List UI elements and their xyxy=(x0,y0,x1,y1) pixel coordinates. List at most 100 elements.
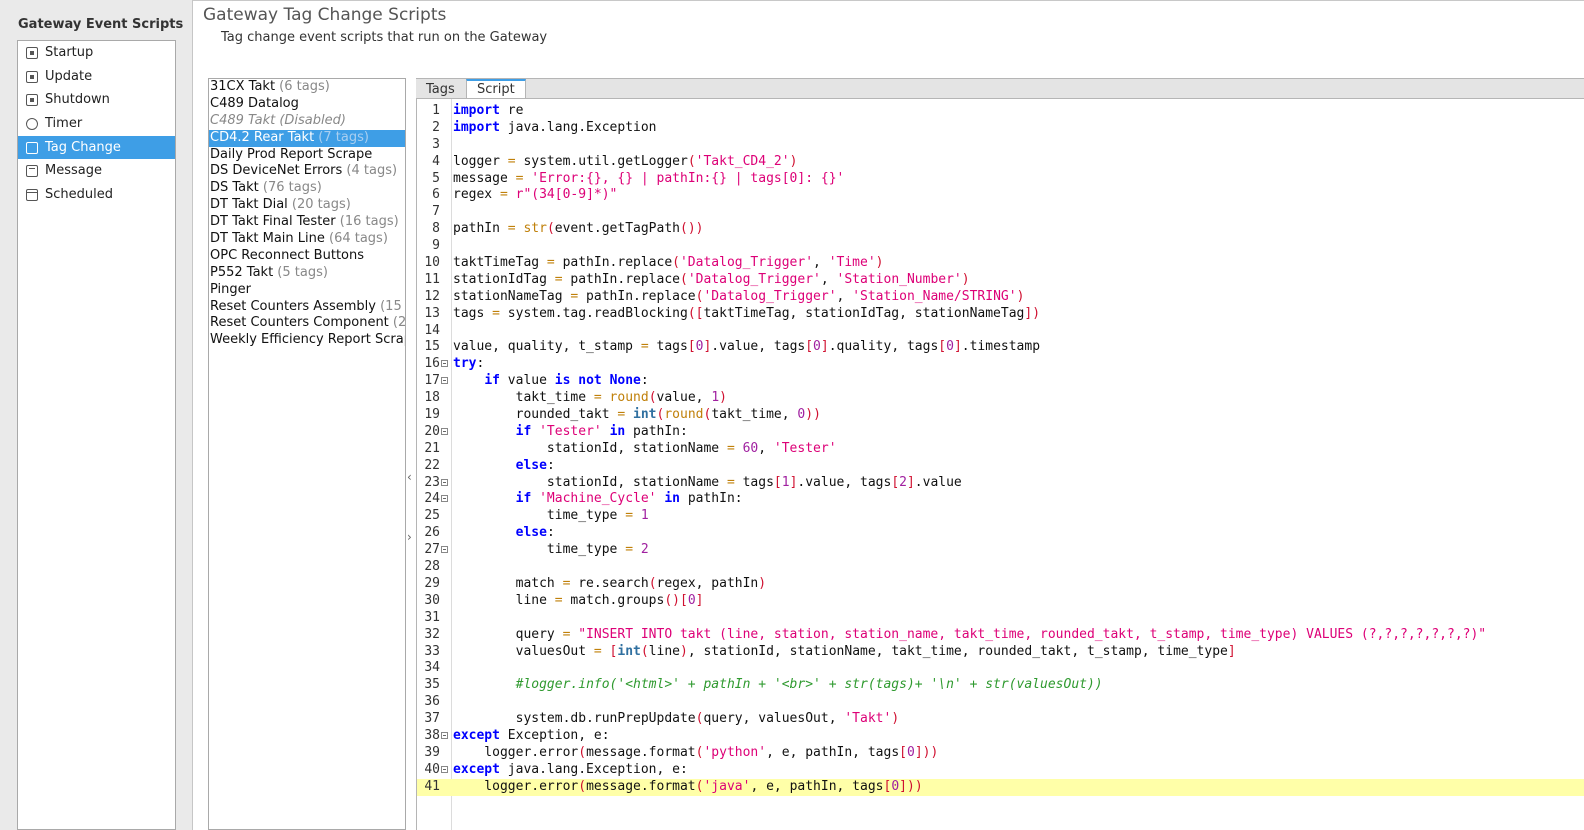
code-line[interactable]: 16 try: xyxy=(417,356,1584,373)
code-line[interactable]: 9 xyxy=(417,238,1584,255)
script-list-item[interactable]: Reset Counters Assembly (15 ta xyxy=(209,299,405,316)
tab-tags[interactable]: Tags xyxy=(416,80,465,99)
script-list-item[interactable]: OPC Reconnect Buttons xyxy=(209,248,405,265)
script-list-item[interactable]: 31CX Takt (6 tags) xyxy=(209,79,405,96)
script-list-item[interactable]: DT Takt Dial (20 tags) xyxy=(209,197,405,214)
script-list-item[interactable]: Daily Prod Report Scrape xyxy=(209,147,405,164)
script-tag-count: (15 ta xyxy=(380,298,405,314)
script-list-item[interactable]: DT Takt Final Tester (16 tags) xyxy=(209,214,405,231)
code-line[interactable]: 39 logger.error(message.format('python',… xyxy=(417,745,1584,762)
sidebar-item-startup[interactable]: Startup xyxy=(18,41,175,65)
code-line[interactable]: 35 #logger.info('<html>' + pathIn + '<br… xyxy=(417,677,1584,694)
script-list-item[interactable]: DS DeviceNet Errors (4 tags) xyxy=(209,163,405,180)
code-line[interactable]: 27 time_type = 2 xyxy=(417,542,1584,559)
code-text: logger.error(message.format('python', e,… xyxy=(453,744,939,760)
code-line[interactable]: 18 takt_time = round(value, 1) xyxy=(417,390,1584,407)
code-line[interactable]: 37 system.db.runPrepUpdate(query, values… xyxy=(417,711,1584,728)
code-line[interactable]: 22 else: xyxy=(417,458,1584,475)
code-text: match = re.search(regex, pathIn) xyxy=(453,575,767,591)
script-list-item[interactable]: Reset Counters Component (2 t xyxy=(209,315,405,332)
page-subtitle: Tag change event scripts that run on the… xyxy=(221,30,548,45)
code-line[interactable]: 12 stationNameTag = pathIn.replace('Datal… xyxy=(417,289,1584,306)
code-line[interactable]: 10 taktTimeTag = pathIn.replace('Datalog_… xyxy=(417,255,1584,272)
script-list-item[interactable]: Pinger xyxy=(209,282,405,299)
script-list-item[interactable]: CD4.2 Rear Takt (7 tags) xyxy=(209,129,405,147)
code-line[interactable]: 21 stationId, stationName = 60, 'Tester' xyxy=(417,441,1584,458)
code-line[interactable]: 1 import re xyxy=(417,103,1584,120)
line-number: 23 xyxy=(424,474,440,490)
code-line[interactable]: 5 message = 'Error:{}, {} | pathIn:{} | t… xyxy=(417,171,1584,188)
code-line[interactable]: 14 xyxy=(417,323,1584,340)
script-list-item[interactable]: DS Takt (76 tags) xyxy=(209,180,405,197)
script-list-item[interactable]: P552 Takt (5 tags) xyxy=(209,265,405,282)
code-line[interactable]: 31 xyxy=(417,610,1584,627)
code-line[interactable]: 11 stationIdTag = pathIn.replace('Datalog… xyxy=(417,272,1584,289)
code-line[interactable]: 19 rounded_takt = int(round(takt_time, 0… xyxy=(417,407,1584,424)
sidebar-item-update[interactable]: Update xyxy=(18,65,175,89)
code-line[interactable]: 30 line = match.groups()[0] xyxy=(417,593,1584,610)
sidebar-item-label: Message xyxy=(45,163,102,179)
code-line[interactable]: 6 regex = r"(34[0-9]*)" xyxy=(417,187,1584,204)
code-line[interactable]: 36 xyxy=(417,694,1584,711)
fold-toggle-icon[interactable] xyxy=(441,495,448,503)
script-list-item[interactable]: C489 Takt (Disabled) xyxy=(209,113,405,130)
sidebar-item-timer[interactable]: Timer xyxy=(18,112,175,136)
line-number: 16 xyxy=(424,356,440,372)
clock-icon xyxy=(26,117,38,130)
code-line[interactable]: 29 match = re.search(regex, pathIn) xyxy=(417,576,1584,593)
code-line[interactable]: 32 query = "INSERT INTO takt (line, stat… xyxy=(417,627,1584,644)
line-number: 21 xyxy=(424,440,440,456)
fold-toggle-icon[interactable] xyxy=(441,478,448,486)
code-line[interactable]: 25 time_type = 1 xyxy=(417,508,1584,525)
fold-toggle-icon[interactable] xyxy=(441,731,448,739)
code-line[interactable]: 23 stationId, stationName = tags[1].valu… xyxy=(417,475,1584,492)
collapse-left-icon[interactable]: ‹ xyxy=(407,470,412,484)
fold-toggle-icon[interactable] xyxy=(441,765,448,773)
code-line[interactable]: 24 if 'Machine_Cycle' in pathIn: xyxy=(417,491,1584,508)
fold-toggle-icon[interactable] xyxy=(441,546,448,554)
script-name: DT Takt Dial xyxy=(210,197,288,213)
code-line[interactable]: 7 xyxy=(417,204,1584,221)
event-scripts-sidebar: Gateway Event Scripts Startup Update Shu… xyxy=(0,0,193,830)
code-line[interactable]: 40 except java.lang.Exception, e: xyxy=(417,762,1584,779)
code-line[interactable]: 8 pathIn = str(event.getTagPath()) xyxy=(417,221,1584,238)
line-number: 39 xyxy=(424,744,440,760)
script-name: DS DeviceNet Errors xyxy=(210,163,343,179)
sidebar-item-scheduled[interactable]: Scheduled xyxy=(18,183,175,207)
script-list-item[interactable]: DT Takt Main Line (64 tags) xyxy=(209,231,405,248)
code-line[interactable]: 38 except Exception, e: xyxy=(417,728,1584,745)
shutdown-icon xyxy=(26,94,38,107)
script-editor[interactable]: 1 import re 2 import java.lang.Exception 3 4 l… xyxy=(416,98,1584,830)
code-line[interactable]: 13 tags = system.tag.readBlocking([taktTi… xyxy=(417,306,1584,323)
fold-toggle-icon[interactable] xyxy=(441,427,448,435)
code-text: regex = r"(34[0-9]*)" xyxy=(453,187,618,203)
code-line[interactable]: 17 if value is not None: xyxy=(417,373,1584,390)
sidebar-item-tag-change[interactable]: Tag Change xyxy=(18,135,175,160)
script-list-item[interactable]: C489 Datalog xyxy=(209,96,405,113)
line-number: 33 xyxy=(424,643,440,659)
code-line[interactable]: 41 logger.error(message.format('java', e… xyxy=(417,778,1584,796)
code-line[interactable]: 34 xyxy=(417,660,1584,677)
code-line[interactable]: 3 xyxy=(417,137,1584,154)
code-line[interactable]: 4 logger = system.util.getLogger('Takt_CD… xyxy=(417,154,1584,171)
fold-toggle-icon[interactable] xyxy=(441,360,448,368)
code-line[interactable]: 15 value, quality, t_stamp = tags[0].valu… xyxy=(417,339,1584,356)
sidebar-item-message[interactable]: Message xyxy=(18,159,175,183)
code-line[interactable]: 33 valuesOut = [int(line), stationId, st… xyxy=(417,644,1584,661)
event-type-list: Startup Update Shutdown Timer Tag Change… xyxy=(17,40,176,830)
fold-toggle-icon[interactable] xyxy=(441,377,448,385)
panel-splitter[interactable]: ‹ › xyxy=(406,78,416,830)
code-text: if 'Machine_Cycle' in pathIn: xyxy=(515,491,743,507)
code-line[interactable]: 28 xyxy=(417,559,1584,576)
code-line[interactable]: 26 else: xyxy=(417,525,1584,542)
script-list-item[interactable]: Weekly Efficiency Report Scrape xyxy=(209,332,405,349)
code-text: stationIdTag = pathIn.replace('Datalog_T… xyxy=(453,271,970,287)
code-text: stationId, stationName = tags[1].value, … xyxy=(453,474,962,490)
code-line[interactable]: 2 import java.lang.Exception xyxy=(417,120,1584,137)
expand-right-icon[interactable]: › xyxy=(407,530,412,544)
sidebar-item-label: Update xyxy=(45,68,93,84)
sidebar-item-shutdown[interactable]: Shutdown xyxy=(18,88,175,112)
line-number: 9 xyxy=(432,238,440,254)
code-line[interactable]: 20 if 'Tester' in pathIn: xyxy=(417,424,1584,441)
script-name: Reset Counters Assembly xyxy=(210,298,376,314)
